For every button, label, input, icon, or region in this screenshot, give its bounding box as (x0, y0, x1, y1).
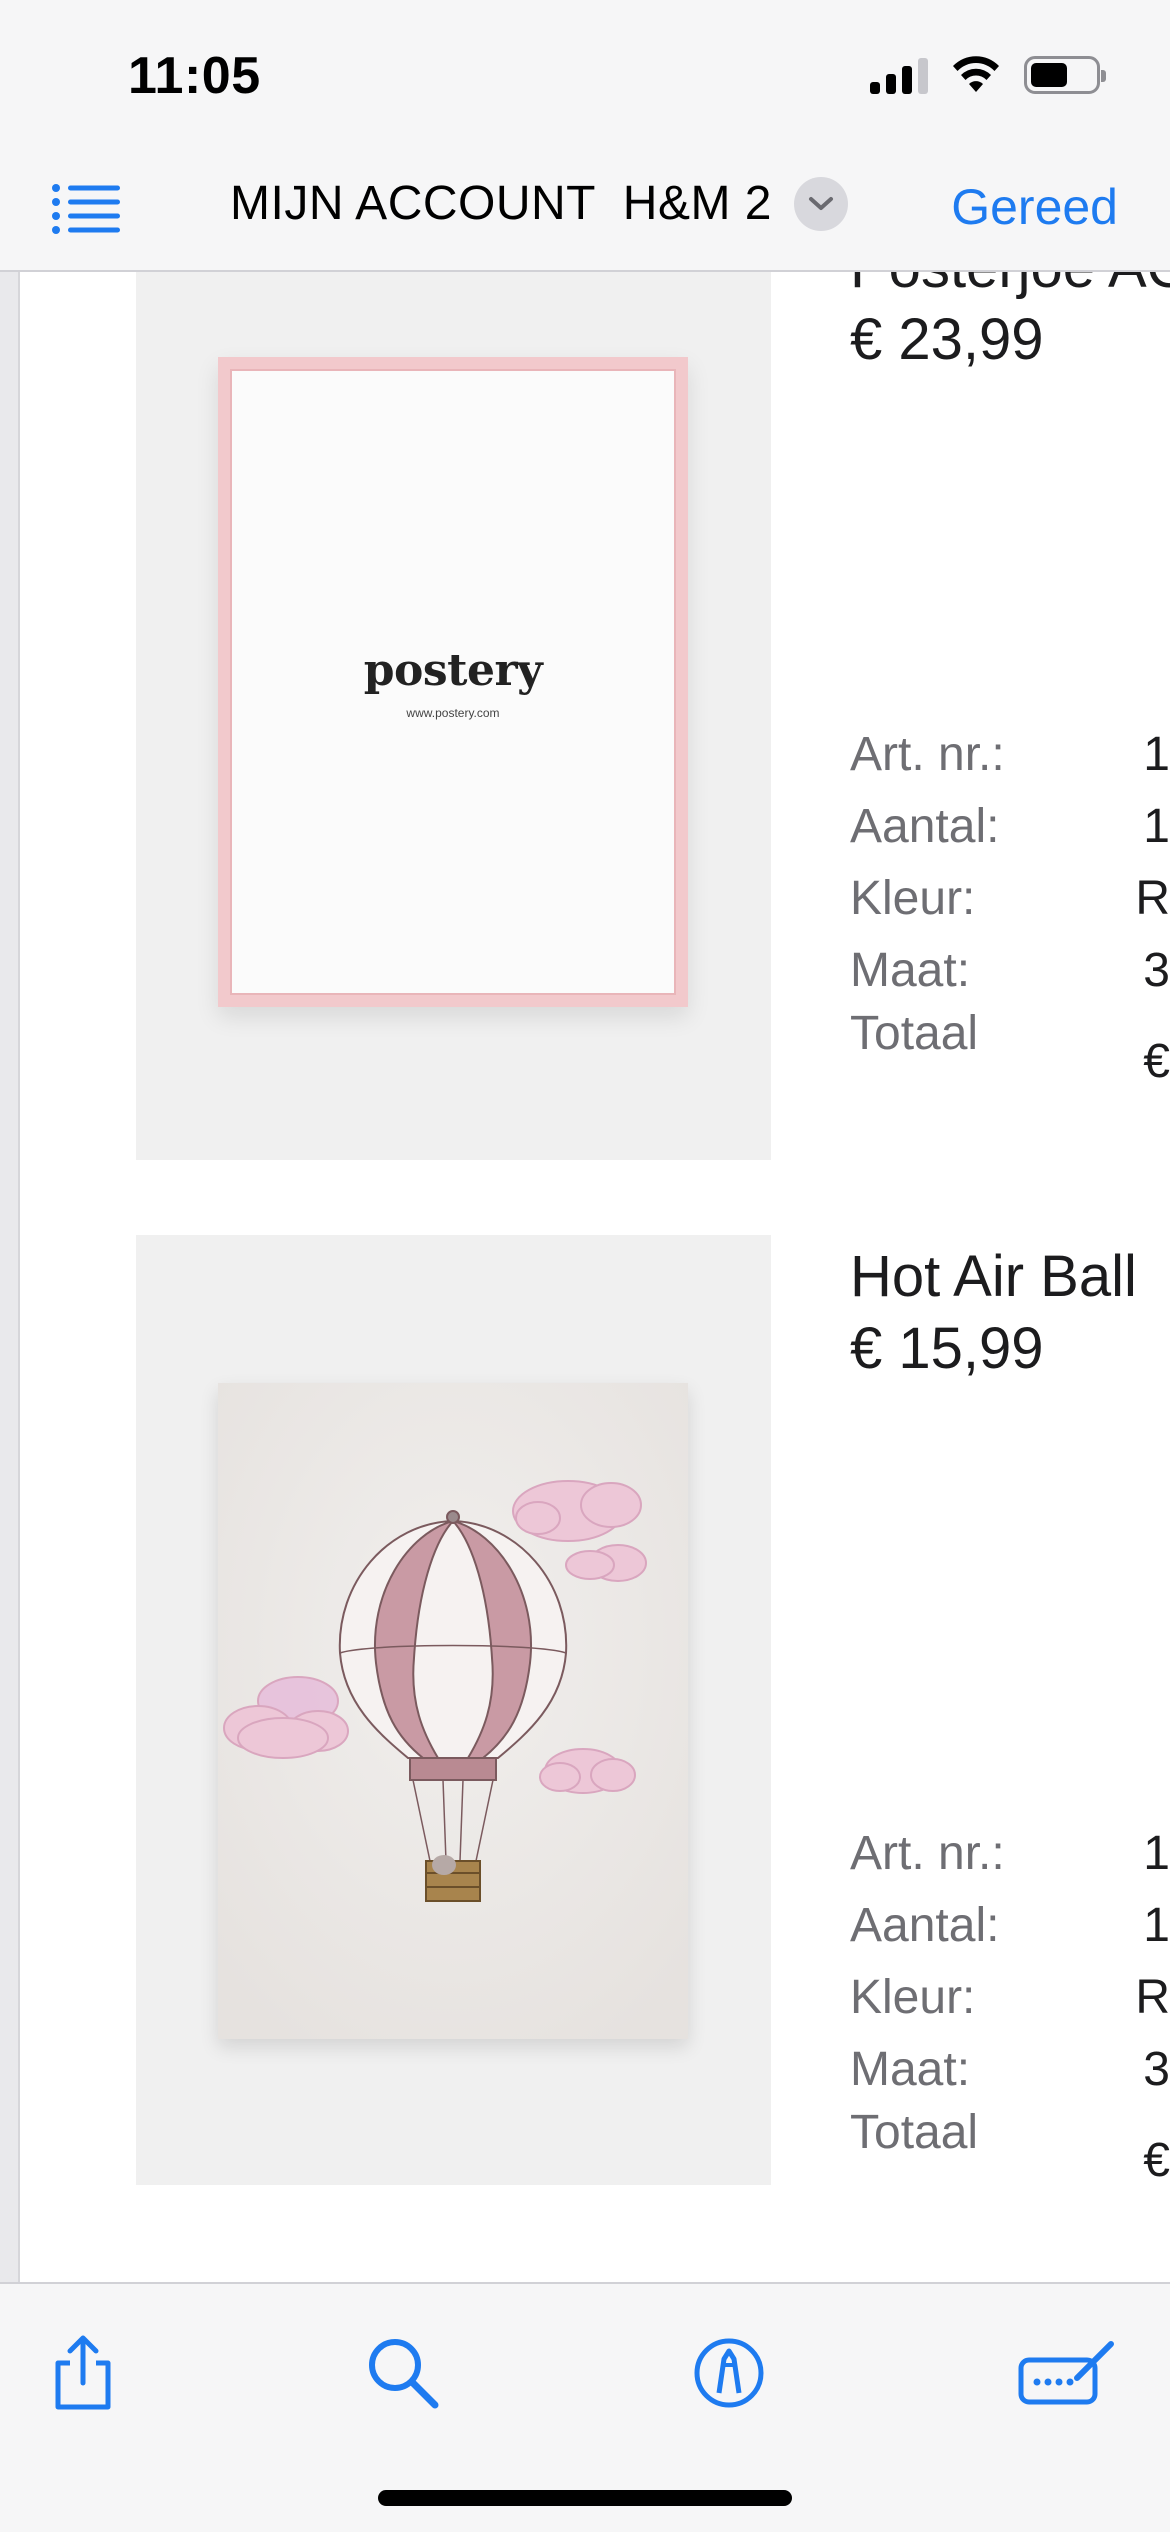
markup-icon (694, 2338, 764, 2408)
done-button[interactable]: Gereed (951, 178, 1118, 236)
product-item: postery www.postery.com Posterjoe AO € 2… (0, 235, 1170, 1172)
bottom-toolbar (0, 2282, 1170, 2532)
product-info: Posterjoe AO € 23,99 Art. nr.:1 Aantal:1… (850, 232, 1170, 1162)
status-time: 11:05 (128, 47, 261, 105)
balloon-poster (218, 1383, 688, 2039)
share-icon (55, 2335, 111, 2410)
home-indicator (378, 2490, 792, 2506)
product-info: Hot Air Ball € 15,99 Art. nr.: 1 Aantal: 1… (850, 1235, 1170, 2185)
product-price: € 23,99 (850, 307, 1044, 372)
product-image[interactable]: postery www.postery.com (136, 272, 771, 1160)
spec-row-color: Kleur: R (850, 1970, 1170, 2024)
document-title: MIJN ACCOUNT H&M 2 (230, 177, 772, 230)
spec-row-quantity: Aantal: 1 (850, 1898, 1170, 1952)
battery-icon (1024, 56, 1106, 94)
product-image[interactable] (136, 1235, 771, 2185)
spec-row-quantity: Aantal: 1 (850, 799, 1170, 853)
keyboard-edit-button[interactable] (1012, 2328, 1122, 2418)
status-icons (870, 56, 1106, 94)
wifi-icon (953, 56, 999, 92)
product-name: Hot Air Ball (850, 1244, 1137, 1309)
spec-row-color: Kleur: R (850, 871, 1170, 925)
product-price: € 15,99 (850, 1316, 1044, 1381)
document-title-menu[interactable]: MIJN ACCOUNT H&M 2 (230, 176, 848, 231)
search-button[interactable] (358, 2328, 448, 2418)
spec-row-size: Maat: 3 (850, 943, 1170, 997)
spec-row-size: Maat: 3 (850, 2042, 1170, 2096)
product-specs: Art. nr.: 1 Aantal: 1 Kleur: R Maat: 3 Totaa… (850, 718, 1170, 1096)
product-item: Hot Air Ball € 15,99 Art. nr.: 1 Aantal: 1… (0, 1235, 1170, 2185)
hot-air-balloon-illustration (218, 1383, 688, 2039)
cellular-signal-icon (870, 56, 928, 94)
spec-row-total: Totaal € (850, 2106, 1170, 2185)
keyboard-edit-icon (1018, 2341, 1114, 2405)
markup-button[interactable] (684, 2328, 774, 2418)
list-icon[interactable] (50, 178, 122, 238)
share-button[interactable] (38, 2328, 128, 2418)
product-specs: Art. nr.: 1 Aantal: 1 Kleur: R Maat: 3 Totaa… (850, 1817, 1170, 2186)
poster-brand-text: postery (363, 644, 543, 696)
navigation-row: MIJN ACCOUNT H&M 2 Gereed (0, 160, 1170, 256)
spec-row-total: Totaal € (850, 1007, 1170, 1088)
framed-poster: postery www.postery.com (218, 357, 688, 1007)
top-bar: 11:05 MIJN ACCOUNT H&M 2 Gereed (0, 0, 1170, 272)
search-icon (369, 2339, 439, 2409)
spec-row-article: Art. nr.: 1 (850, 1826, 1170, 1880)
poster-url-text: www.postery.com (406, 705, 500, 720)
chevron-down-icon[interactable] (794, 176, 848, 231)
spec-row-article: Art. nr.: 1 (850, 727, 1170, 781)
